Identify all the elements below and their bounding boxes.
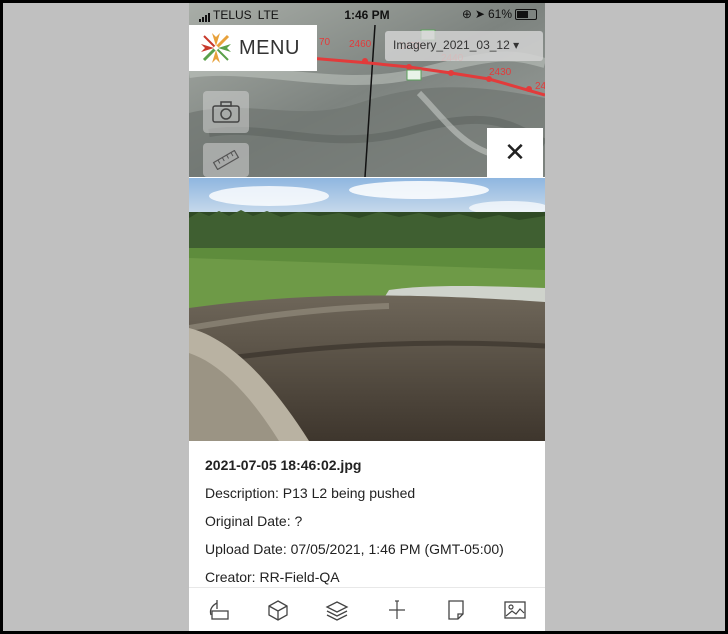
document-icon: [448, 600, 464, 620]
ruler-icon: [212, 150, 240, 170]
chainage-label: 24: [535, 81, 545, 92]
status-right: ⊕ ➤ 61%: [462, 7, 537, 21]
imagery-layer-value: Imagery_2021_03_12: [393, 38, 510, 52]
battery-icon: [515, 8, 537, 20]
photo-original-date: Original Date: ?: [205, 513, 303, 529]
status-bar: TELUS LTE 1:46 PM ⊕ ➤ 61%: [189, 3, 545, 25]
orientation-lock-icon: ⊕: [461, 7, 472, 21]
layers-button[interactable]: [317, 594, 357, 626]
site-photo: [189, 178, 545, 441]
measure-button[interactable]: [203, 143, 249, 177]
close-photo-button[interactable]: ✕: [487, 128, 543, 177]
chainage-label: 2430: [489, 67, 512, 78]
measure-tool-icon: [209, 600, 229, 620]
battery-percent: 61%: [487, 7, 512, 21]
map-view[interactable]: 70 2460 1450 2440 2430 24 MENU: [189, 3, 545, 177]
photo-icon: [504, 601, 526, 619]
menu-button[interactable]: MENU: [189, 25, 317, 71]
imagery-layer-select[interactable]: Imagery_2021_03_12 ▾: [385, 31, 543, 61]
site-photo-image: [189, 178, 545, 441]
location-arrow-icon: ➤: [474, 7, 485, 21]
photo-upload-date: Upload Date: 07/05/2021, 1:46 PM (GMT-05…: [205, 541, 504, 557]
left-margin: [3, 3, 189, 631]
camera-button[interactable]: [203, 91, 249, 133]
add-point-button[interactable]: [377, 594, 417, 626]
menu-label: MENU: [239, 36, 300, 59]
3d-cube-icon: [268, 600, 288, 621]
point-icon: [388, 600, 405, 619]
photo-filename: 2021-07-05 18:46:02.jpg: [205, 457, 362, 473]
chevron-down-icon: ▾: [513, 38, 520, 52]
layers-icon: [325, 601, 349, 621]
camera-icon: [212, 101, 240, 123]
right-margin: [545, 3, 725, 631]
chainage-label: 2460: [349, 39, 372, 50]
chainage-label: 70: [319, 37, 331, 48]
close-icon: ✕: [504, 137, 526, 167]
photo-description: Description: P13 L2 being pushed: [205, 485, 416, 501]
documents-button[interactable]: [436, 594, 476, 626]
phone-screen: 70 2460 1450 2440 2430 24 MENU: [189, 3, 545, 631]
bottom-toolbar: [189, 587, 545, 631]
measure-tool-button[interactable]: [199, 594, 239, 626]
photo-details: 2021-07-05 18:46:02.jpg Description: P13…: [189, 441, 545, 587]
photos-button[interactable]: [495, 594, 535, 626]
app-logo-icon: [201, 33, 231, 63]
3d-view-button[interactable]: [258, 594, 298, 626]
